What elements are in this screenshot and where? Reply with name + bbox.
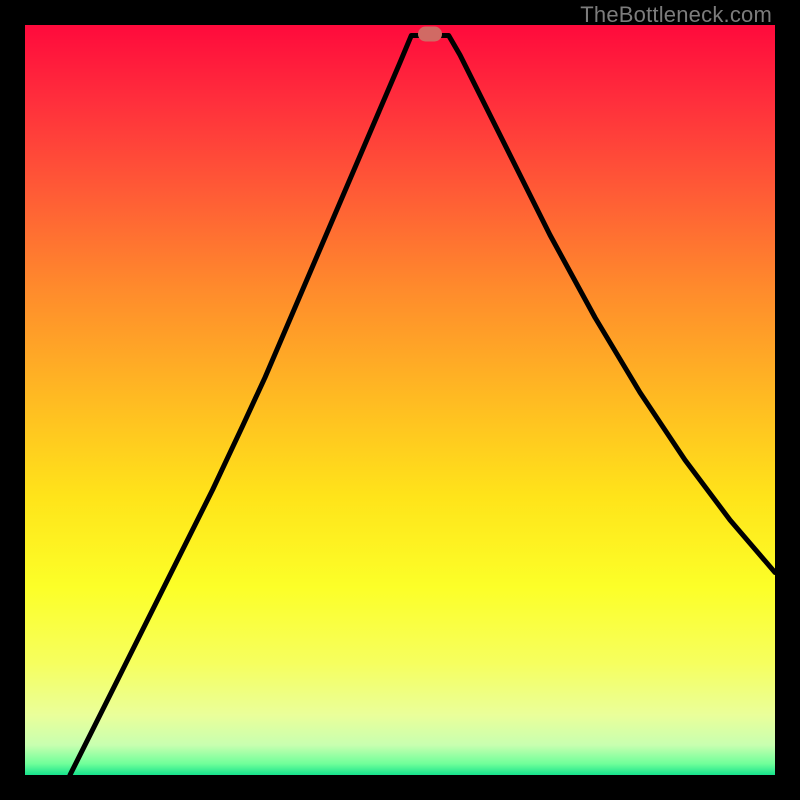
minimum-marker (418, 27, 442, 42)
curve-path (70, 36, 775, 776)
chart-frame: TheBottleneck.com (0, 0, 800, 800)
bottleneck-curve (25, 25, 775, 775)
plot-area (25, 25, 775, 775)
